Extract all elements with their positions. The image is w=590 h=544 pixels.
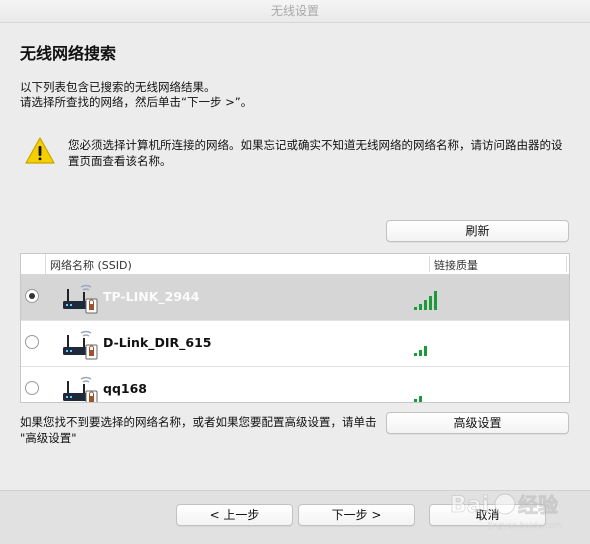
- warning-triangle-icon: [25, 137, 55, 164]
- wireless-router-icon: [63, 330, 98, 360]
- select-column-header[interactable]: [21, 254, 46, 274]
- wireless-router-icon: [63, 284, 98, 314]
- watermark-logo: Bai 经验 jingyan.baidu.com: [450, 493, 563, 531]
- svg-text:jingyan.baidu.com: jingyan.baidu.com: [487, 521, 562, 530]
- intro-line-2: 请选择所查找的网络，然后单击“下一步 >”。: [20, 95, 253, 109]
- signal-strength-icon: [414, 291, 437, 310]
- page-title: 无线网络搜索: [20, 44, 117, 63]
- table-row[interactable]: qq168: [21, 367, 569, 402]
- window-titlebar: 无线设置: [0, 0, 590, 23]
- intro-text: 以下列表包含已搜索的无线网络结果。 请选择所查找的网络，然后单击“下一步 >”。: [20, 80, 252, 110]
- column-header-ssid[interactable]: 网络名称 (SSID): [50, 257, 132, 273]
- radio-button-selected[interactable]: [25, 289, 39, 303]
- signal-strength-icon: [414, 346, 427, 356]
- table-row[interactable]: D-Link_DIR_615: [21, 321, 569, 367]
- network-list: 网络名称 (SSID) 链接质量 TP-LINK_2944 D-Link_DIR…: [20, 253, 570, 403]
- table-row[interactable]: TP-LINK_2944: [21, 275, 569, 321]
- column-header-quality[interactable]: 链接质量: [434, 257, 478, 273]
- svg-text:经验: 经验: [518, 493, 558, 517]
- column-divider: [429, 256, 430, 272]
- svg-text:Bai: Bai: [450, 493, 489, 518]
- ssid-label: qq168: [103, 381, 147, 396]
- column-divider: [566, 256, 567, 272]
- window-title: 无线设置: [270, 4, 319, 18]
- warning-text: 您必须选择计算机所连接的网络。如果忘记或确实不知道无线网络的网络名称，请访问路由…: [68, 138, 563, 168]
- signal-strength-icon: [414, 396, 422, 402]
- table-header: 网络名称 (SSID) 链接质量: [21, 254, 569, 275]
- back-button[interactable]: < 上一步: [176, 504, 293, 526]
- ssid-label: TP-LINK_2944: [103, 289, 200, 304]
- intro-line-1: 以下列表包含已搜索的无线网络结果。: [20, 80, 216, 94]
- advanced-settings-hint: 如果您找不到要选择的网络名称，或者如果您要配置高级设置，请单击 "高级设置": [20, 415, 377, 445]
- wireless-router-icon: [63, 376, 98, 402]
- radio-button[interactable]: [25, 381, 39, 395]
- advanced-settings-button[interactable]: 高级设置: [386, 412, 569, 434]
- next-button[interactable]: 下一步 >: [298, 504, 415, 526]
- radio-button[interactable]: [25, 335, 39, 349]
- refresh-button[interactable]: 刷新: [386, 220, 569, 242]
- ssid-label: D-Link_DIR_615: [103, 335, 212, 350]
